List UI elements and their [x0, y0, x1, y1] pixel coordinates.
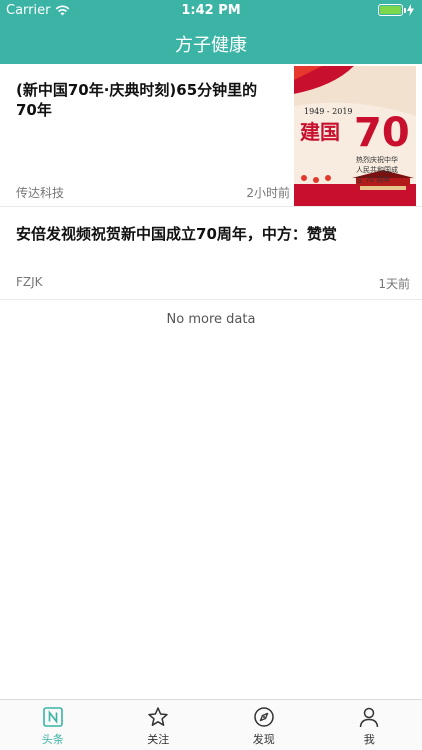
thumbnail-caption-2: 人民共和国成: [356, 165, 398, 174]
article-item[interactable]: (新中国70年·庆典时刻)65分钟里的70年 传达科技 2小时前 1949 - …: [0, 64, 422, 207]
tab-label: 发现: [252, 733, 275, 746]
nav-bar: 方子健康: [0, 22, 422, 64]
battery-icon: [378, 4, 406, 16]
battery-group: [378, 4, 414, 16]
tab-headlines[interactable]: 头条: [0, 700, 106, 750]
charging-bolt-icon: [407, 4, 414, 16]
news-feed[interactable]: (新中国70年·庆典时刻)65分钟里的70年 传达科技 2小时前 1949 - …: [0, 64, 422, 327]
article-title[interactable]: (新中国70年·庆典时刻)65分钟里的70年: [16, 80, 274, 120]
article-time: 2小时前: [246, 186, 290, 200]
article-source: 传达科技: [16, 186, 65, 200]
article-time: 1天前: [378, 277, 410, 291]
thumbnail-headline: 建国: [300, 120, 340, 144]
page-title: 方子健康: [175, 35, 247, 56]
star-icon: [148, 707, 168, 726]
article-title[interactable]: 安倍发视频祝贺新中国成立70周年，中方：赞赏: [16, 224, 406, 244]
tab-follow[interactable]: 关注: [106, 700, 212, 750]
tab-discover[interactable]: 发现: [211, 700, 317, 750]
compass-icon: [254, 707, 274, 727]
thumbnail-caption-3: 立 70 周年: [356, 175, 390, 184]
tab-bar: 头条 关注 发现 我: [0, 699, 422, 750]
person-icon: [360, 707, 379, 728]
feed-end-message: No more data: [166, 312, 256, 327]
article-item[interactable]: 安倍发视频祝贺新中国成立70周年，中方：赞赏 FZJK 1天前: [0, 207, 422, 300]
clock: 1:42 PM: [181, 3, 241, 18]
article-source: FZJK: [16, 275, 43, 289]
news-icon: [42, 707, 63, 727]
thumbnail-number: 70: [354, 110, 410, 156]
tab-label: 关注: [147, 733, 170, 746]
status-bar: Carrier 1:42 PM: [0, 0, 422, 22]
thumbnail-graphic: 1949 - 2019 建国 70 热烈庆祝中华 人民共和国成 立 70 周年: [294, 66, 416, 206]
thumbnail-caption-1: 热烈庆祝中华: [356, 155, 398, 164]
tab-label: 头条: [41, 733, 64, 746]
article-thumbnail[interactable]: 1949 - 2019 建国 70 热烈庆祝中华 人民共和国成 立 70 周年: [294, 66, 416, 206]
thumbnail-years: 1949 - 2019: [304, 107, 353, 116]
tab-label: 我: [363, 733, 375, 746]
tab-me[interactable]: 我: [317, 700, 422, 750]
